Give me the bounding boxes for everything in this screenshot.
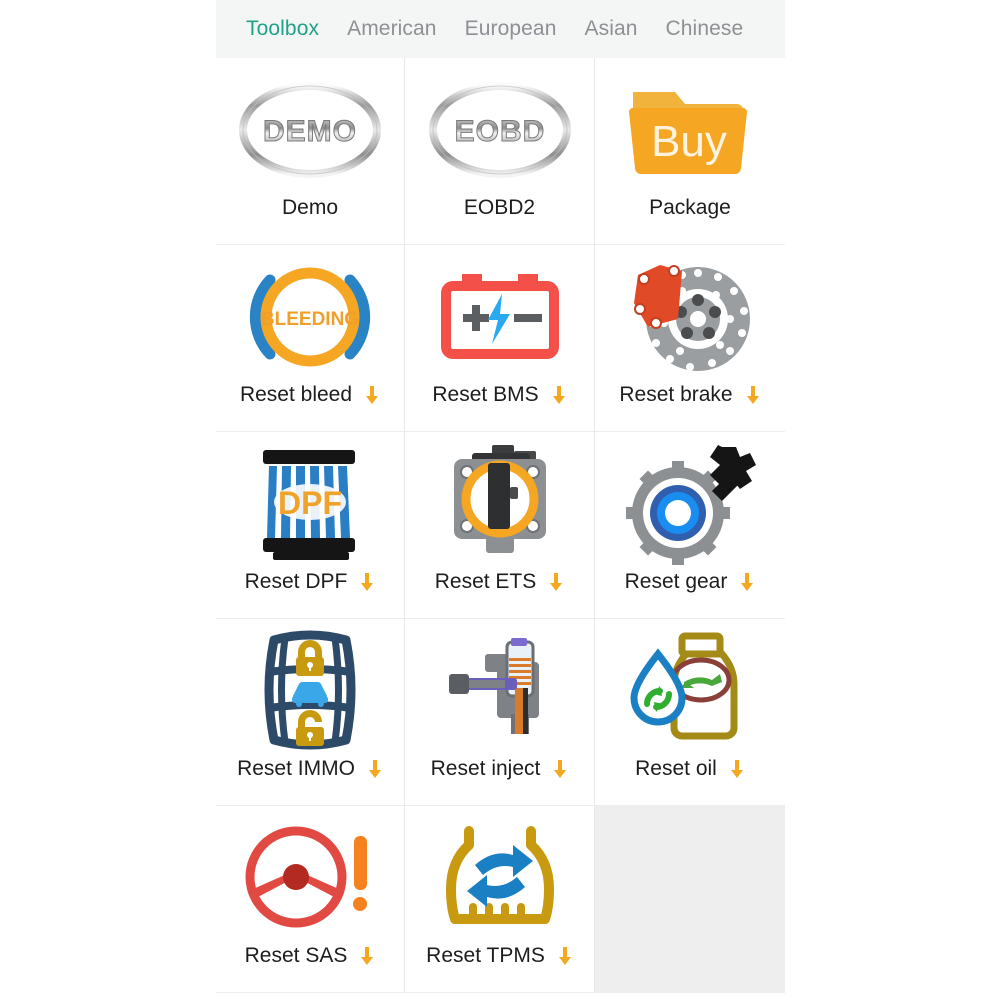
tpms-tire-icon [425,814,575,942]
download-icon[interactable] [367,759,383,779]
tile-reset-dpf[interactable]: DPF Reset DPF [216,432,405,619]
download-icon[interactable] [745,385,761,405]
tile-label: Demo [281,196,339,219]
tile-label-row: Reset bleed [216,383,404,407]
tile-label: EOBD2 [463,196,536,219]
toolbox-screen: Toolbox American European Asian Chinese [0,0,1000,1000]
tile-demo[interactable]: DEMO Demo [216,58,405,245]
tile-label: Reset oil [635,757,717,780]
download-icon[interactable] [364,385,380,405]
dpf-text: DPF [278,485,342,521]
tile-label-row: Reset inject [405,757,594,781]
tile-reset-bms[interactable]: Reset BMS [405,245,595,432]
tile-label-row: Reset brake [595,383,785,407]
tile-label: Package [649,196,731,219]
tile-label: Reset TPMS [426,944,545,967]
tile-label: Reset bleed [239,383,353,406]
tile-label: Reset inject [430,757,541,780]
eobd-badge-icon: EOBD [425,66,575,194]
bleeding-circle-icon: BLEEDING [235,253,385,381]
fuel-injector-icon [425,627,575,755]
tile-reset-inject[interactable]: Reset inject [405,619,595,806]
tile-label: Reset ETS [434,570,537,593]
tile-reset-gear[interactable]: Reset gear [595,432,785,619]
tab-toolbox[interactable]: Toolbox [232,17,333,41]
tile-empty-placeholder [595,806,785,993]
buy-folder-text: Buy [651,117,727,166]
tab-european[interactable]: European [451,17,571,41]
tile-reset-immo[interactable]: Reset IMMO [216,619,405,806]
download-icon[interactable] [729,759,745,779]
eobd-badge-text: EOBD [454,115,545,148]
tile-label: Reset SAS [244,944,348,967]
demo-badge-text: DEMO [263,115,357,148]
tab-american[interactable]: American [333,17,451,41]
steering-wheel-alert-icon [235,814,385,942]
download-icon[interactable] [739,572,755,592]
throttle-body-icon [425,440,575,568]
demo-badge-icon: DEMO [235,66,385,194]
tile-label-row: Reset TPMS [405,944,594,968]
tile-label-row: Reset gear [595,570,785,594]
function-grid: DEMO Demo EOBD EOBD2 Buy Package BLEEDIN… [216,58,785,993]
battery-icon [425,253,575,381]
tile-label: Reset BMS [432,383,539,406]
tab-asian[interactable]: Asian [570,17,651,41]
download-icon[interactable] [359,572,375,592]
tab-chinese[interactable]: Chinese [652,17,758,41]
brake-disc-caliper-icon [615,253,765,381]
tile-label: Reset brake [619,383,733,406]
tile-label: Reset DPF [244,570,348,593]
tile-label-row: Reset BMS [405,383,594,407]
tile-reset-ets[interactable]: Reset ETS [405,432,595,619]
tile-package[interactable]: Buy Package [595,58,785,245]
download-icon[interactable] [359,946,375,966]
tile-label-row: Package [595,196,785,220]
dpf-filter-icon: DPF [235,440,385,568]
download-icon[interactable] [548,572,564,592]
tile-label-row: Reset SAS [216,944,404,968]
tile-label-row: Reset ETS [405,570,594,594]
download-icon[interactable] [557,946,573,966]
tile-reset-tpms[interactable]: Reset TPMS [405,806,595,993]
tile-reset-brake[interactable]: Reset brake [595,245,785,432]
bleeding-text: BLEEDING [261,309,359,330]
tile-label: Reset gear [624,570,728,593]
download-icon[interactable] [551,385,567,405]
tile-label-row: EOBD2 [405,196,594,220]
key-fob-lock-icon [235,627,385,755]
tile-reset-oil[interactable]: Reset oil [595,619,785,806]
tile-label-row: Reset DPF [216,570,404,594]
tile-label: Reset IMMO [237,757,355,780]
oil-bottle-recycle-icon [615,627,765,755]
tile-label-row: Reset oil [595,757,785,781]
buy-folder-icon: Buy [615,66,765,194]
category-tabbar: Toolbox American European Asian Chinese [216,0,785,58]
download-icon[interactable] [552,759,568,779]
tile-reset-sas[interactable]: Reset SAS [216,806,405,993]
tile-label-row: Demo [216,196,404,220]
tile-label-row: Reset IMMO [216,757,404,781]
gear-wrench-icon [615,440,765,568]
tile-eobd2[interactable]: EOBD EOBD2 [405,58,595,245]
tile-reset-bleed[interactable]: BLEEDING Reset bleed [216,245,405,432]
